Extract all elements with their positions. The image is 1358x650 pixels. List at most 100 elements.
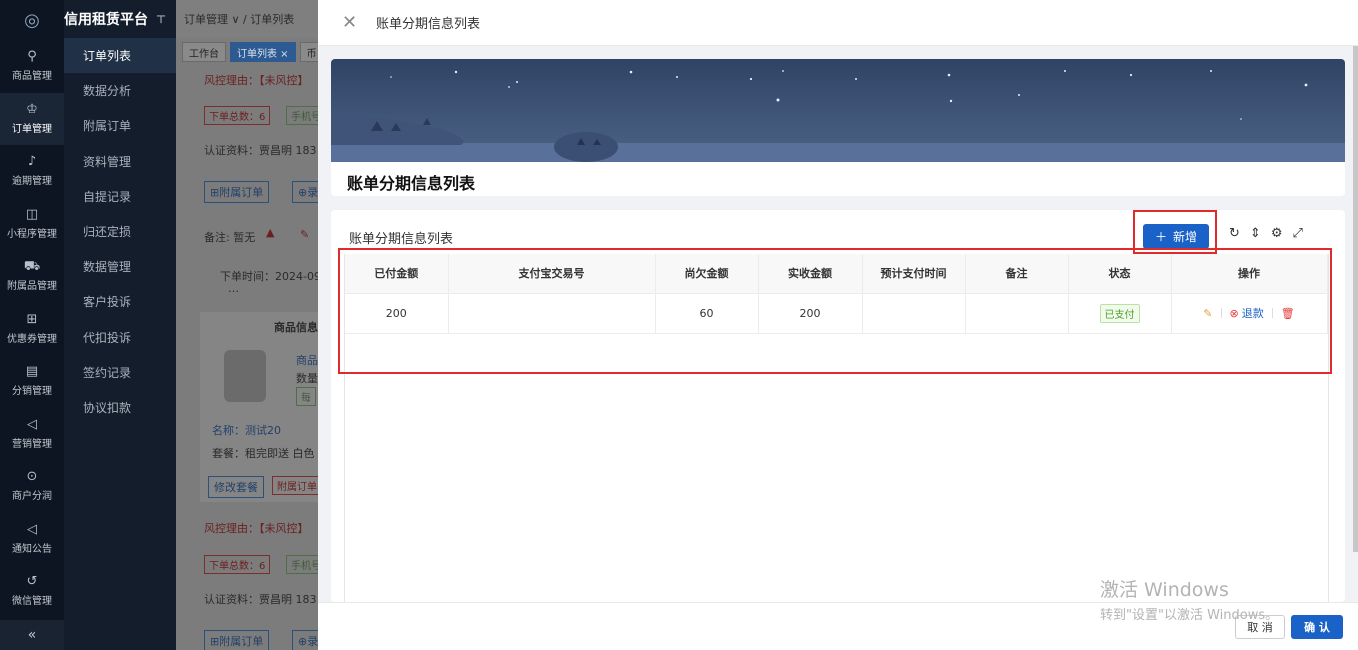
pin-icon[interactable]: ⊤ bbox=[156, 13, 166, 26]
add-button[interactable]: ＋ 新增 bbox=[1143, 224, 1209, 249]
submenu-item[interactable]: 代扣投诉 bbox=[64, 320, 176, 355]
rail-item-label: 商品管理 bbox=[12, 71, 52, 83]
gear-icon[interactable]: ⚙ bbox=[1271, 226, 1283, 241]
tab-bar: 工作台 订单列表 × 币 bbox=[176, 38, 318, 66]
sub-order-tag[interactable]: 附属订单 bbox=[272, 476, 318, 495]
auth-info-2: 认证资料：贾昌明 183 bbox=[204, 593, 317, 606]
submenu-item[interactable]: 资料管理 bbox=[64, 144, 176, 179]
scrollbar[interactable] bbox=[1353, 46, 1358, 552]
logo-icon: ◎ bbox=[24, 9, 40, 31]
cart-icon: ⛟ bbox=[23, 259, 41, 275]
risk-reason: 风控理由：【未风控】 bbox=[204, 74, 309, 87]
rail-item-label: 订单管理 bbox=[12, 123, 52, 135]
product-card bbox=[200, 312, 318, 502]
trophy-icon: ♔ bbox=[26, 101, 38, 117]
bell-icon: ♪ bbox=[27, 154, 37, 170]
tab-more[interactable]: 币 bbox=[299, 42, 318, 62]
column-height-icon[interactable]: ⇕ bbox=[1250, 226, 1261, 241]
product-image bbox=[224, 350, 266, 402]
rail-item-label: 分销管理 bbox=[12, 386, 52, 398]
tab-order-list[interactable]: 订单列表 × bbox=[230, 42, 296, 62]
highlight-box-table bbox=[338, 248, 1332, 374]
banner-card: 账单分期信息列表 bbox=[331, 59, 1345, 196]
submenu-item[interactable]: 数据管理 bbox=[64, 249, 176, 284]
rail-item[interactable]: ♔ 订单管理 bbox=[0, 92, 64, 145]
auth-info: 认证资料：贾昌明 183 bbox=[204, 144, 317, 157]
rail-item[interactable]: ⊞ 优惠券管理 bbox=[0, 303, 64, 356]
ellipsis: … bbox=[228, 282, 239, 295]
product-header: 商品信息 bbox=[274, 321, 318, 334]
product-count: 数量 bbox=[296, 372, 318, 385]
refresh-icon: ↺ bbox=[26, 574, 38, 590]
confirm-button[interactable]: 确 认 bbox=[1291, 615, 1343, 639]
submenu-item[interactable]: 自提记录 bbox=[64, 179, 176, 214]
box-icon: ⚲ bbox=[27, 49, 37, 65]
caret-up-icon[interactable]: ▲ bbox=[266, 226, 274, 239]
record-button[interactable]: ⊕录 bbox=[292, 181, 318, 203]
table-title: 账单分期信息列表 bbox=[349, 232, 454, 247]
banner-title: 账单分期信息列表 bbox=[347, 174, 476, 193]
rail-item[interactable]: ▤ 分销管理 bbox=[0, 355, 64, 408]
rail-item[interactable]: ◁ 通知公告 bbox=[0, 513, 64, 566]
table-toolbar: ↻ ⇕ ⚙ ⤢ bbox=[1229, 226, 1303, 241]
submenu-item[interactable]: 订单列表 bbox=[64, 38, 176, 74]
watch-icon: ◫ bbox=[25, 206, 39, 222]
drawer-header: ✕ 账单分期信息列表 bbox=[318, 0, 1358, 46]
rail-item-label: 小程序管理 bbox=[7, 228, 57, 240]
watermark-line1: 激活 Windows bbox=[1100, 579, 1229, 601]
coin-icon: ⊙ bbox=[26, 469, 38, 485]
sub-order-button[interactable]: ⊞附属订单 bbox=[204, 181, 270, 203]
plus-icon: ＋ bbox=[1154, 230, 1167, 244]
night-sky-banner bbox=[331, 59, 1345, 162]
tab-workbench[interactable]: 工作台 bbox=[182, 42, 226, 62]
fullscreen-icon[interactable]: ⤢ bbox=[1292, 226, 1302, 241]
brand-text: 信用租赁平台 bbox=[64, 12, 148, 28]
watermark-line2: 转到"设置"以激活 Windows。 bbox=[1100, 608, 1279, 623]
drawer-body: 账单分期信息列表 账单分期信息列表 ＋ 新增 ↻ ⇕ ⚙ ⤢ 已付金额 支付宝交… bbox=[318, 46, 1358, 602]
icon-rail: ◎ ⚲ 商品管理 ♔ 订单管理 ♪ 逾期管理 ◫ 小程序管理 ⛟ 附属品管理 ⊞ 优惠券管理 ▤ 分销管理… bbox=[0, 0, 64, 650]
rail-item[interactable]: ◁ 营销管理 bbox=[0, 408, 64, 461]
submenu-item[interactable]: 归还定损 bbox=[64, 214, 176, 249]
submenu-item[interactable]: 客户投诉 bbox=[64, 284, 176, 319]
drawer-title: 账单分期信息列表 bbox=[376, 17, 481, 32]
collapse-icon[interactable]: « bbox=[0, 620, 64, 650]
product-name: 名称：测试20 bbox=[212, 424, 281, 437]
record-button-2[interactable]: ⊕录 bbox=[292, 630, 318, 650]
notice-icon: ◁ bbox=[27, 521, 37, 537]
rail-item[interactable]: ⚲ 商品管理 bbox=[0, 40, 64, 93]
order-count-tag: 下单总数：6 bbox=[204, 106, 271, 125]
add-button-label: 新增 bbox=[1173, 230, 1198, 244]
rail-item-label: 通知公告 bbox=[12, 543, 52, 555]
phone-tag-2: 手机号 bbox=[286, 555, 318, 574]
windows-watermark: 激活 Windows 转到"设置"以激活 Windows。 bbox=[1100, 575, 1278, 623]
rail-item[interactable]: ♪ 逾期管理 bbox=[0, 145, 64, 198]
table-card: 账单分期信息列表 ＋ 新增 ↻ ⇕ ⚙ ⤢ 已付金额 支付宝交易号 尚欠金额 实… bbox=[331, 210, 1345, 602]
phone-tag: 手机号 bbox=[286, 106, 318, 125]
rail-item[interactable]: ⛟ 附属品管理 bbox=[0, 250, 64, 303]
modify-package-button[interactable]: 修改套餐 bbox=[208, 476, 264, 498]
rail-item-label: 营销管理 bbox=[12, 438, 52, 450]
close-icon[interactable]: ✕ bbox=[342, 12, 358, 33]
background-page: 订单管理 ∨ / 订单列表 工作台 订单列表 × 币 风控理由：【未风控】 下单… bbox=[176, 0, 318, 650]
submenu-item[interactable]: 数据分析 bbox=[64, 73, 176, 108]
product-link[interactable]: 商品 bbox=[296, 352, 318, 368]
rail-item-label: 优惠券管理 bbox=[7, 333, 57, 345]
rail-item[interactable]: ⊙ 商户分润 bbox=[0, 460, 64, 513]
rail-item-label: 附属品管理 bbox=[7, 281, 57, 293]
brand-title: 信用租赁平台 ⊤ bbox=[64, 0, 176, 38]
submenu-item[interactable]: 签约记录 bbox=[64, 355, 176, 390]
drawer: ✕ 账单分期信息列表 账单分期信息列表 账单分期信息列表 ＋ 新增 ↻ ⇕ ⚙ … bbox=[318, 0, 1358, 650]
rail-item[interactable]: ◫ 小程序管理 bbox=[0, 198, 64, 251]
sub-order-button-2[interactable]: ⊞附属订单 bbox=[204, 630, 270, 650]
chart-icon: ▤ bbox=[25, 364, 39, 380]
rail-item[interactable]: ↺ 微信管理 bbox=[0, 565, 64, 618]
refresh-icon[interactable]: ↻ bbox=[1229, 226, 1240, 241]
submenu-item[interactable]: 协议扣款 bbox=[64, 390, 176, 425]
edit-icon[interactable]: ✎ bbox=[300, 228, 309, 241]
breadcrumb: 订单管理 ∨ / 订单列表 bbox=[176, 0, 318, 38]
gift-icon: ⊞ bbox=[26, 311, 38, 327]
rail-item-label: 微信管理 bbox=[12, 596, 52, 608]
submenu-item[interactable]: 附属订单 bbox=[64, 108, 176, 143]
megaphone-icon: ◁ bbox=[27, 416, 37, 432]
rail-item-label: 商户分润 bbox=[12, 491, 52, 503]
